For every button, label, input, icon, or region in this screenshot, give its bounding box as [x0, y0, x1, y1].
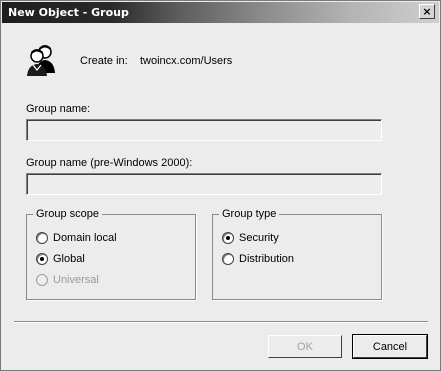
- group-type-legend: Group type: [219, 208, 280, 220]
- window-title: New Object - Group: [8, 6, 129, 19]
- scope-global-option[interactable]: Global: [36, 252, 85, 266]
- type-distribution-label: Distribution: [239, 253, 295, 265]
- type-security-label: Security: [239, 232, 279, 244]
- dialog-window: New Object - Group × Create in: twoincx.…: [0, 0, 441, 371]
- scope-universal-label: Universal: [53, 274, 99, 286]
- scope-universal-option: Universal: [36, 273, 99, 287]
- cancel-button[interactable]: Cancel: [352, 334, 428, 359]
- scope-global-radio[interactable]: [36, 253, 48, 265]
- close-icon: ×: [422, 5, 432, 18]
- group-name-input[interactable]: [26, 119, 382, 141]
- create-in-value: twoincx.com/Users: [140, 55, 233, 67]
- scope-domain-local-label: Domain local: [53, 232, 117, 244]
- create-in-label: Create in:: [80, 55, 128, 67]
- group-scope-box: Group scope Domain local Global Universa…: [26, 208, 196, 300]
- scope-domain-local-option[interactable]: Domain local: [36, 231, 117, 245]
- type-security-option[interactable]: Security: [222, 231, 279, 245]
- scope-global-label: Global: [53, 253, 85, 265]
- group-name-label: Group name:: [26, 103, 91, 115]
- group-name-pre2000-input[interactable]: [26, 173, 382, 195]
- group-users-icon: [27, 45, 55, 76]
- scope-universal-radio: [36, 274, 48, 286]
- group-name-pre2000-label: Group name (pre-Windows 2000):: [26, 157, 193, 169]
- group-type-box: Group type Security Distribution: [212, 208, 382, 300]
- ok-button[interactable]: OK: [268, 335, 342, 358]
- button-separator: [14, 321, 428, 323]
- type-distribution-option[interactable]: Distribution: [222, 252, 294, 266]
- group-scope-legend: Group scope: [33, 208, 102, 220]
- type-distribution-radio[interactable]: [222, 253, 234, 265]
- type-security-radio[interactable]: [222, 232, 234, 244]
- title-bar[interactable]: New Object - Group ×: [2, 2, 439, 23]
- close-button[interactable]: ×: [419, 4, 435, 19]
- scope-domain-local-radio[interactable]: [36, 232, 48, 244]
